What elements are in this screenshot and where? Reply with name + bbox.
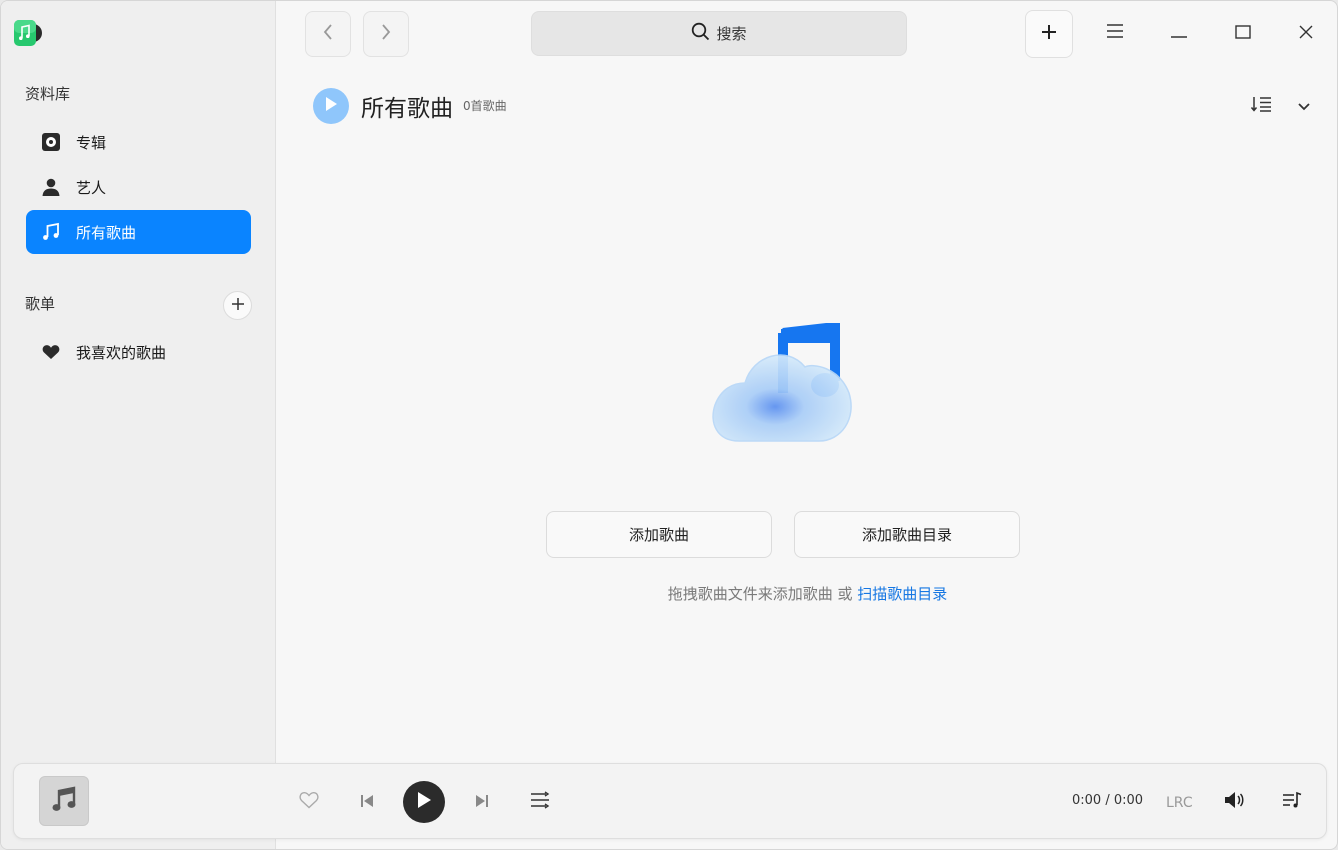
forward-button[interactable] xyxy=(363,11,409,57)
play-pause-button[interactable] xyxy=(403,781,445,823)
app-logo-icon xyxy=(14,20,42,46)
next-track-button[interactable] xyxy=(471,790,493,814)
time-display: 0:00 / 0:00 xyxy=(1072,793,1143,808)
close-button[interactable] xyxy=(1288,15,1324,51)
maximize-button[interactable] xyxy=(1225,15,1261,51)
music-note-icon xyxy=(40,221,62,243)
minimize-button[interactable] xyxy=(1161,15,1197,51)
music-note-icon xyxy=(51,785,77,817)
volume-icon xyxy=(1224,791,1244,813)
hamburger-icon xyxy=(1106,23,1124,43)
album-icon xyxy=(40,131,62,153)
time-separator: / xyxy=(1105,793,1110,808)
sidebar-item-all-songs[interactable]: 所有歌曲 xyxy=(26,210,251,254)
play-mode-button[interactable] xyxy=(528,790,552,814)
search-input[interactable]: 搜索 xyxy=(531,11,907,56)
skip-previous-icon xyxy=(360,793,374,812)
heart-outline-icon xyxy=(299,791,319,813)
back-button[interactable] xyxy=(305,11,351,57)
menu-button[interactable] xyxy=(1097,15,1133,51)
time-current: 0:00 xyxy=(1072,793,1102,808)
search-icon xyxy=(691,22,710,45)
library-section-title: 资料库 xyxy=(25,85,71,103)
search-placeholder: 搜索 xyxy=(716,25,747,43)
list-loop-icon xyxy=(530,791,550,813)
empty-hint: 拖拽歌曲文件来添加歌曲 或 扫描歌曲目录 xyxy=(276,583,1337,604)
plus-icon xyxy=(1040,23,1058,45)
song-count: 0首歌曲 xyxy=(463,99,507,113)
page-title: 所有歌曲 xyxy=(361,96,453,122)
sidebar-item-albums[interactable]: 专辑 xyxy=(26,120,251,164)
heart-icon xyxy=(40,341,62,363)
sidebar-item-artists[interactable]: 艺人 xyxy=(26,165,251,209)
add-button[interactable] xyxy=(1025,10,1073,58)
chevron-down-icon xyxy=(1297,97,1311,116)
skip-next-icon xyxy=(475,793,489,812)
volume-button[interactable] xyxy=(1222,790,1246,814)
sidebar-item-label: 专辑 xyxy=(76,133,107,152)
scan-folder-link[interactable]: 扫描歌曲目录 xyxy=(857,585,947,603)
maximize-icon xyxy=(1235,24,1251,43)
play-icon xyxy=(416,791,432,813)
chevron-right-icon xyxy=(380,23,392,45)
playlists-section-title: 歌单 xyxy=(25,295,56,313)
play-all-button[interactable] xyxy=(313,88,349,124)
play-icon xyxy=(324,96,338,116)
sort-icon xyxy=(1250,95,1273,117)
plus-icon xyxy=(231,296,245,315)
sort-button[interactable] xyxy=(1250,91,1311,121)
artist-icon xyxy=(40,176,62,198)
time-total: 0:00 xyxy=(1113,793,1144,808)
add-playlist-button[interactable] xyxy=(223,291,252,320)
favorite-button[interactable] xyxy=(297,790,321,814)
sidebar-item-label: 我喜欢的歌曲 xyxy=(76,343,167,362)
queue-icon xyxy=(1282,791,1302,813)
album-cover[interactable] xyxy=(39,776,89,826)
sidebar-item-label: 所有歌曲 xyxy=(76,223,137,242)
empty-hint-text: 拖拽歌曲文件来添加歌曲 或 xyxy=(667,585,858,603)
close-icon xyxy=(1299,24,1313,43)
minimize-icon xyxy=(1171,24,1187,43)
playlist-queue-button[interactable] xyxy=(1280,790,1304,814)
empty-library-illustration xyxy=(709,321,857,447)
lyrics-button[interactable]: LRC xyxy=(1166,795,1193,811)
add-song-folder-button[interactable]: 添加歌曲目录 xyxy=(794,511,1020,558)
add-songs-button[interactable]: 添加歌曲 xyxy=(546,511,772,558)
player-bar: 0:00 / 0:00 LRC xyxy=(13,763,1327,839)
chevron-left-icon xyxy=(322,23,334,45)
previous-track-button[interactable] xyxy=(356,790,378,814)
app-window: 资料库 专辑 艺人 所有歌曲 歌单 我喜欢的歌曲 搜索 所有歌曲 0首歌曲 添加… xyxy=(0,0,1338,850)
sidebar: 资料库 专辑 艺人 所有歌曲 歌单 我喜欢的歌曲 xyxy=(1,1,276,849)
sidebar-item-favorites[interactable]: 我喜欢的歌曲 xyxy=(26,330,251,374)
sidebar-item-label: 艺人 xyxy=(76,178,107,197)
